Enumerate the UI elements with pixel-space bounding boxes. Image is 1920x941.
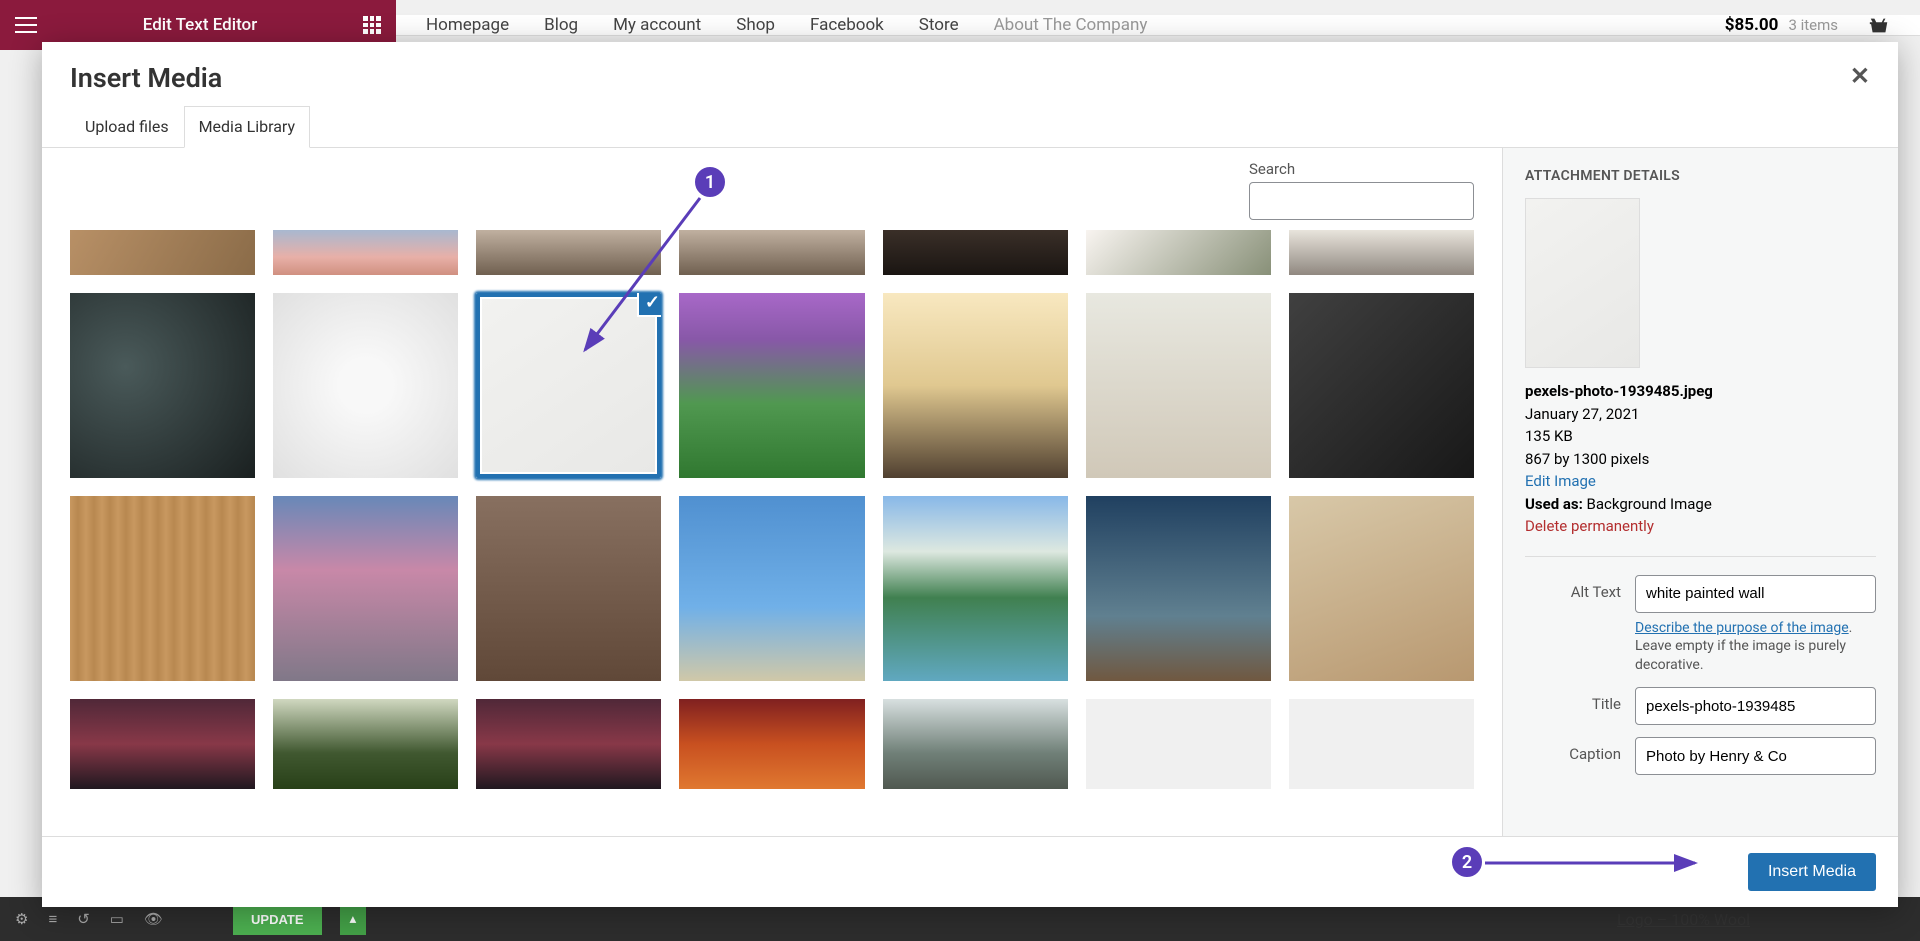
layers-icon[interactable]: ≡ bbox=[48, 910, 57, 928]
media-thumb[interactable] bbox=[1086, 496, 1271, 681]
media-thumb[interactable] bbox=[273, 699, 458, 789]
media-thumb[interactable] bbox=[273, 230, 458, 275]
media-thumb[interactable] bbox=[883, 699, 1068, 789]
hamburger-icon[interactable] bbox=[15, 17, 37, 33]
media-thumb[interactable] bbox=[1289, 230, 1474, 275]
cart-count: 3 items bbox=[1788, 16, 1838, 34]
media-thumb[interactable] bbox=[476, 699, 661, 789]
media-thumb[interactable] bbox=[476, 230, 661, 275]
history-icon[interactable]: ↺ bbox=[77, 910, 90, 928]
thumbnail-grid: ✓ bbox=[70, 230, 1474, 789]
used-as-label: Used as: bbox=[1525, 495, 1583, 513]
tab-library[interactable]: Media Library bbox=[184, 106, 310, 148]
caption-input[interactable] bbox=[1635, 737, 1876, 775]
media-thumb-selected[interactable]: ✓ bbox=[476, 293, 661, 478]
editor-title: Edit Text Editor bbox=[37, 15, 363, 35]
alt-text-label: Alt Text bbox=[1525, 575, 1635, 601]
alt-help-link[interactable]: Describe the purpose of the image bbox=[1635, 620, 1849, 636]
cart-price: $85.00 bbox=[1725, 15, 1779, 35]
nav-shop[interactable]: Shop bbox=[736, 15, 775, 35]
modal-header: Insert Media ✕ bbox=[42, 42, 1898, 94]
bg-logo-text: Logo – 100% Wool bbox=[1617, 910, 1750, 929]
media-thumb[interactable] bbox=[70, 230, 255, 275]
nav-facebook[interactable]: Facebook bbox=[810, 15, 884, 35]
media-thumb[interactable] bbox=[679, 496, 864, 681]
media-tabs: Upload files Media Library bbox=[42, 94, 1898, 148]
media-thumb[interactable] bbox=[679, 293, 864, 478]
tab-upload[interactable]: Upload files bbox=[70, 106, 184, 147]
cart-summary[interactable]: $85.00 3 items bbox=[1725, 15, 1890, 35]
alt-help: Describe the purpose of the image. Leave… bbox=[1635, 619, 1876, 676]
site-nav: Homepage Blog My account Shop Facebook S… bbox=[396, 15, 1920, 36]
media-thumb[interactable] bbox=[883, 293, 1068, 478]
used-as-value: Background Image bbox=[1583, 495, 1712, 513]
media-thumb[interactable] bbox=[1289, 293, 1474, 478]
alt-text-input[interactable] bbox=[1635, 575, 1876, 613]
attachment-meta: pexels-photo-1939485.jpeg January 27, 20… bbox=[1525, 380, 1876, 538]
close-icon[interactable]: ✕ bbox=[1850, 62, 1870, 90]
search-input[interactable] bbox=[1249, 182, 1474, 220]
edit-image-link[interactable]: Edit Image bbox=[1525, 470, 1876, 493]
settings-icon[interactable]: ⚙ bbox=[15, 910, 28, 928]
annotation-2-badge: 2 bbox=[1450, 845, 1484, 879]
attachment-dimensions: 867 by 1300 pixels bbox=[1525, 448, 1876, 471]
media-thumb[interactable] bbox=[1289, 496, 1474, 681]
attachment-filesize: 135 KB bbox=[1525, 425, 1876, 448]
media-thumb[interactable] bbox=[1086, 293, 1271, 478]
media-thumb[interactable] bbox=[883, 496, 1068, 681]
thumbnail-scroll[interactable]: ✓ bbox=[42, 230, 1502, 836]
update-dropdown[interactable]: ▴ bbox=[340, 903, 367, 935]
search-label: Search bbox=[1249, 160, 1295, 178]
media-thumb[interactable] bbox=[273, 496, 458, 681]
media-thumb[interactable] bbox=[1086, 699, 1271, 789]
basket-icon[interactable] bbox=[1868, 15, 1890, 35]
responsive-icon[interactable]: ▭ bbox=[110, 910, 124, 928]
media-thumb[interactable] bbox=[883, 230, 1068, 275]
search-bar: Search bbox=[1221, 148, 1502, 230]
media-thumb[interactable] bbox=[1086, 230, 1271, 275]
nav-account[interactable]: My account bbox=[613, 15, 701, 35]
media-thumb[interactable] bbox=[70, 293, 255, 478]
annotation-1-badge: 1 bbox=[693, 165, 727, 199]
attachment-date: January 27, 2021 bbox=[1525, 403, 1876, 426]
modal-title: Insert Media bbox=[70, 62, 222, 94]
media-thumb[interactable] bbox=[476, 496, 661, 681]
library-area: Search ✓ bbox=[42, 148, 1503, 836]
media-thumb[interactable] bbox=[273, 293, 458, 478]
media-thumb[interactable] bbox=[70, 699, 255, 789]
delete-permanently-link[interactable]: Delete permanently bbox=[1525, 515, 1876, 538]
attachment-details-title: ATTACHMENT DETAILS bbox=[1525, 168, 1876, 184]
insert-media-modal: Insert Media ✕ Upload files Media Librar… bbox=[42, 42, 1898, 907]
insert-media-button[interactable]: Insert Media bbox=[1748, 853, 1876, 891]
attachment-sidebar: ATTACHMENT DETAILS pexels-photo-1939485.… bbox=[1503, 148, 1898, 836]
media-thumb[interactable] bbox=[70, 496, 255, 681]
nav-homepage[interactable]: Homepage bbox=[426, 15, 509, 35]
preview-icon[interactable]: 👁 bbox=[144, 910, 163, 928]
attachment-filename: pexels-photo-1939485.jpeg bbox=[1525, 382, 1713, 400]
media-thumb[interactable] bbox=[679, 230, 864, 275]
caption-label: Caption bbox=[1525, 737, 1635, 763]
title-input[interactable] bbox=[1635, 687, 1876, 725]
nav-blog[interactable]: Blog bbox=[544, 15, 578, 35]
media-thumb[interactable] bbox=[1289, 699, 1474, 789]
media-thumb[interactable] bbox=[679, 699, 864, 789]
nav-about[interactable]: About The Company bbox=[994, 15, 1148, 35]
grid-icon[interactable] bbox=[363, 16, 381, 34]
check-icon: ✓ bbox=[637, 293, 661, 317]
update-button[interactable]: UPDATE bbox=[233, 904, 321, 935]
modal-body: Search ✓ bbox=[42, 148, 1898, 836]
attachment-preview bbox=[1525, 198, 1640, 368]
nav-store[interactable]: Store bbox=[919, 15, 959, 35]
modal-footer: Insert Media bbox=[42, 836, 1898, 907]
attachment-form: Alt Text Describe the purpose of the ima… bbox=[1525, 556, 1876, 776]
title-label: Title bbox=[1525, 687, 1635, 713]
